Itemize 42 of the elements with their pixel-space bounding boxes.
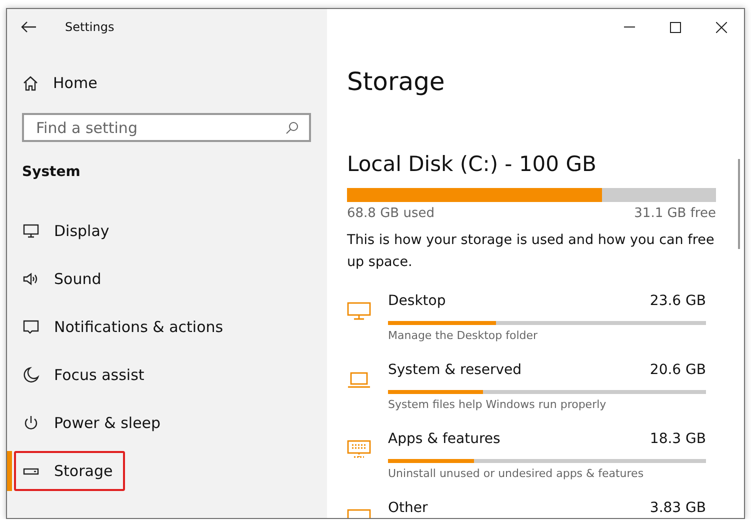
section-heading: System bbox=[21, 164, 82, 182]
category-size: 18.3 GB bbox=[650, 431, 706, 449]
category-name[interactable]: Desktop bbox=[388, 293, 446, 313]
window-title: Settings bbox=[65, 20, 114, 34]
nav-item[interactable]: Focus assist bbox=[14, 355, 156, 395]
home-icon bbox=[22, 74, 39, 92]
nav-item[interactable]: Storage bbox=[14, 451, 125, 491]
disk-title: Local Disk (C:) - 100 GB bbox=[347, 152, 598, 176]
category-hint: Uninstall unused or undesired apps & features bbox=[388, 467, 645, 480]
minimize-icon bbox=[624, 26, 634, 28]
category-name[interactable]: Other bbox=[388, 500, 428, 518]
category-size: 3.83 GB bbox=[650, 500, 706, 518]
category-size: 20.6 GB bbox=[650, 362, 706, 380]
nav-item[interactable]: Sound bbox=[14, 259, 114, 299]
search-icon bbox=[285, 120, 299, 134]
nav-item[interactable]: Display bbox=[14, 211, 122, 251]
keyboard-monitor-icon bbox=[347, 439, 371, 459]
moon-icon bbox=[22, 366, 40, 384]
close-icon bbox=[716, 22, 726, 32]
page-title: Storage bbox=[347, 67, 446, 96]
maximize-icon bbox=[670, 22, 680, 32]
laptop-icon bbox=[347, 370, 371, 390]
used-space: 68.8 GB used bbox=[347, 206, 434, 221]
message-icon bbox=[22, 318, 40, 336]
free-space: 31.1 GB free bbox=[634, 206, 716, 221]
category-name[interactable]: System & reserved bbox=[388, 362, 522, 382]
speaker-icon bbox=[22, 270, 40, 288]
nav-item[interactable]: Power & sleep bbox=[14, 403, 173, 443]
back-arrow-icon[interactable] bbox=[21, 21, 37, 33]
category-hint: System files help Windows run properly bbox=[388, 398, 608, 411]
scrollbar[interactable] bbox=[738, 159, 740, 249]
home-link[interactable]: Home bbox=[7, 63, 327, 103]
search-field[interactable]: Find a setting bbox=[22, 113, 311, 142]
nav-item[interactable]: Notifications & actions bbox=[14, 307, 236, 347]
category-size: 23.6 GB bbox=[650, 293, 706, 311]
monitor-icon bbox=[347, 301, 371, 321]
search-input[interactable]: Find a setting bbox=[34, 118, 285, 138]
power-icon bbox=[22, 414, 40, 432]
storage-description: This is how your storage is used and how you can free up space. bbox=[347, 231, 716, 272]
category-hint: Manage the Desktop folder bbox=[388, 329, 539, 342]
category-name[interactable]: Apps & features bbox=[388, 431, 500, 451]
monitor-icon bbox=[22, 222, 40, 240]
